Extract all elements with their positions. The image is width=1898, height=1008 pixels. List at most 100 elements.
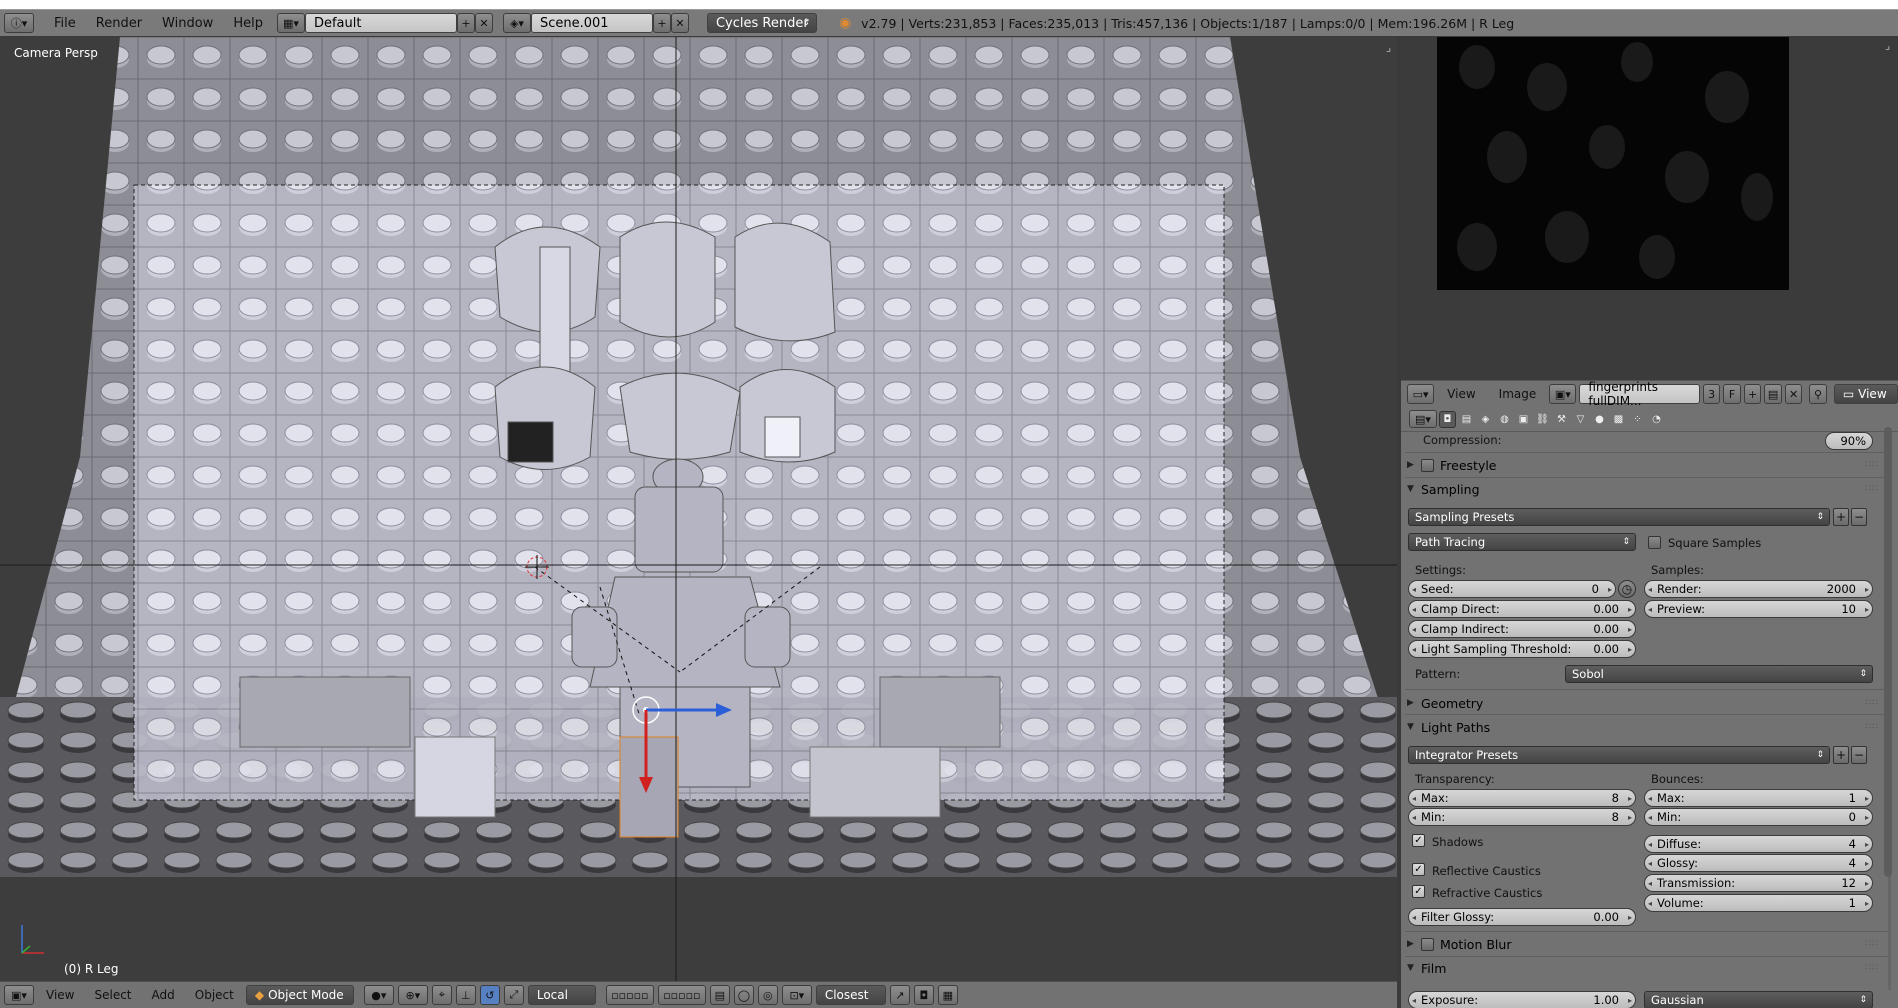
properties-scrollbar[interactable] xyxy=(1884,427,1892,877)
freestyle-checkbox[interactable] xyxy=(1421,458,1434,472)
snap-align-button[interactable]: ↗ xyxy=(889,985,910,1005)
menu-image[interactable]: Image xyxy=(1489,387,1547,401)
arrow-right-icon[interactable]: ▸ xyxy=(1628,794,1632,803)
drag-grip-icon[interactable]: ∷∷ xyxy=(1866,460,1879,470)
reflective-caustics-checkbox[interactable]: ✓ xyxy=(1412,863,1425,876)
editor-type-properties-button[interactable]: ▤▾ xyxy=(1409,410,1437,428)
panel-motion-blur-header[interactable]: ▶ Motion Blur ∷∷ xyxy=(1407,933,1885,955)
scene-field[interactable]: Scene.001 xyxy=(530,13,653,33)
snap-element-button[interactable]: ⊡▾ xyxy=(781,985,812,1005)
tab-material[interactable]: ● xyxy=(1591,411,1608,428)
proportional-edit-button[interactable]: ◯ xyxy=(733,985,754,1005)
render-animation-button[interactable]: ▦ xyxy=(937,985,958,1005)
delete-scene-button[interactable]: ✕ xyxy=(670,13,689,33)
drag-grip-icon[interactable]: ∷∷ xyxy=(1866,939,1879,949)
arrow-left-icon[interactable]: ◂ xyxy=(1648,605,1652,614)
tab-constraints[interactable]: ⛓ xyxy=(1534,411,1551,428)
render-engine-dropdown[interactable]: Cycles Render ⇕ xyxy=(706,13,817,33)
image-mode-dropdown[interactable]: ▭ View xyxy=(1833,384,1898,404)
drag-grip-icon[interactable]: ∷∷ xyxy=(1866,722,1879,732)
editor-type-info-button[interactable]: ⓘ▾ xyxy=(4,13,34,33)
arrow-left-icon[interactable]: ◂ xyxy=(1412,605,1416,614)
tab-world[interactable]: ◍ xyxy=(1496,411,1513,428)
diffuse-bounces-field[interactable]: ◂ Diffuse: 4 ▸ xyxy=(1644,835,1873,853)
add-scene-button[interactable]: + xyxy=(652,13,671,33)
arrow-left-icon[interactable]: ◂ xyxy=(1412,645,1416,654)
snap-target-dropdown[interactable]: Closest xyxy=(815,985,886,1005)
arrow-left-icon[interactable]: ◂ xyxy=(1648,840,1652,849)
panel-film-header[interactable]: ▼ Film ∷∷ xyxy=(1407,957,1885,979)
shadows-checkbox[interactable]: ✓ xyxy=(1412,834,1425,847)
render-opengl-button[interactable]: ◘ xyxy=(913,985,934,1005)
area-split-corner-icon[interactable]: ⌟ xyxy=(1386,41,1391,54)
menu-select[interactable]: Select xyxy=(86,988,139,1002)
filter-glossy-field[interactable]: ◂ Filter Glossy: 0.00 ▸ xyxy=(1408,908,1636,926)
arrow-right-icon[interactable]: ▸ xyxy=(1628,605,1632,614)
tab-modifiers[interactable]: ⚒ xyxy=(1553,411,1570,428)
light-sampling-threshold-field[interactable]: ◂ Light Sampling Threshold: 0.00 ▸ xyxy=(1408,640,1636,658)
arrow-left-icon[interactable]: ◂ xyxy=(1412,794,1416,803)
drag-grip-icon[interactable]: ∷∷ xyxy=(1866,484,1879,494)
image-name-field[interactable]: fingerprints fullDIM... xyxy=(1579,380,1700,408)
viewport-shading-button[interactable]: ●▾ xyxy=(363,985,394,1005)
menu-object[interactable]: Object xyxy=(187,988,242,1002)
editor-type-3dview-button[interactable]: ▣▾ xyxy=(4,985,34,1005)
transparency-max-field[interactable]: ◂ Max: 8 ▸ xyxy=(1408,789,1636,807)
arrow-left-icon[interactable]: ◂ xyxy=(1648,585,1652,594)
arrow-right-icon[interactable]: ▸ xyxy=(1865,813,1869,822)
image-users-count[interactable]: 3 xyxy=(1702,384,1721,404)
arrow-left-icon[interactable]: ◂ xyxy=(1648,899,1652,908)
compression-field[interactable]: 90% xyxy=(1825,432,1873,450)
arrow-left-icon[interactable]: ◂ xyxy=(1412,996,1416,1005)
arrow-left-icon[interactable]: ◂ xyxy=(1412,913,1416,922)
arrow-left-icon[interactable]: ◂ xyxy=(1648,794,1652,803)
area-split-corner-icon[interactable]: ⌟ xyxy=(1885,39,1890,52)
tab-texture[interactable]: ▩ xyxy=(1610,411,1627,428)
arrow-left-icon[interactable]: ◂ xyxy=(1648,813,1652,822)
bounces-max-field[interactable]: ◂ Max: 1 ▸ xyxy=(1644,789,1873,807)
falloff-button[interactable]: ◎ xyxy=(757,985,778,1005)
motion-blur-checkbox[interactable] xyxy=(1421,937,1434,951)
arrow-left-icon[interactable]: ◂ xyxy=(1412,585,1416,594)
arrow-right-icon[interactable]: ▸ xyxy=(1865,840,1869,849)
arrow-right-icon[interactable]: ▸ xyxy=(1865,794,1869,803)
menu-view[interactable]: View xyxy=(1437,387,1485,401)
rotate-button[interactable]: ↺ xyxy=(479,985,500,1005)
transparency-min-field[interactable]: ◂ Min: 8 ▸ xyxy=(1408,808,1636,826)
menu-file[interactable]: File xyxy=(44,16,86,31)
add-layout-button[interactable]: + xyxy=(456,13,475,33)
transmission-bounces-field[interactable]: ◂ Transmission: 12 ▸ xyxy=(1644,874,1873,892)
animated-seed-button[interactable]: ◷ xyxy=(1618,580,1636,598)
tab-object[interactable]: ▣ xyxy=(1515,411,1532,428)
arrow-left-icon[interactable]: ◂ xyxy=(1648,859,1652,868)
arrow-right-icon[interactable]: ▸ xyxy=(1628,625,1632,634)
remove-preset-button[interactable]: − xyxy=(1851,746,1867,764)
volume-bounces-field[interactable]: ◂ Volume: 1 ▸ xyxy=(1644,894,1873,912)
drag-grip-icon[interactable]: ∷∷ xyxy=(1866,698,1879,708)
render-samples-field[interactable]: ◂ Render: 2000 ▸ xyxy=(1644,580,1873,598)
tab-render-layers[interactable]: ▤ xyxy=(1458,411,1475,428)
seed-field[interactable]: ◂ Seed: 0 ▸ xyxy=(1408,580,1616,598)
bounces-min-field[interactable]: ◂ Min: 0 ▸ xyxy=(1644,808,1873,826)
panel-freestyle-header[interactable]: ▶ Freestyle ∷∷ xyxy=(1407,454,1885,476)
pattern-dropdown[interactable]: Sobol ⇕ xyxy=(1565,665,1873,683)
layers-group-1[interactable]: ▫▫▫▫▫ xyxy=(605,985,654,1005)
screen-layout-field[interactable]: Default xyxy=(304,13,457,33)
clamp-indirect-field[interactable]: ◂ Clamp Indirect: 0.00 ▸ xyxy=(1408,620,1636,638)
panel-sampling-header[interactable]: ▼ Sampling ∷∷ xyxy=(1407,478,1885,500)
pivot-point-button[interactable]: ⊕▾ xyxy=(397,985,428,1005)
arrow-right-icon[interactable]: ▸ xyxy=(1865,585,1869,594)
panel-geometry-header[interactable]: ▶ Geometry ∷∷ xyxy=(1407,692,1885,714)
arrow-right-icon[interactable]: ▸ xyxy=(1628,996,1632,1005)
integrator-dropdown[interactable]: Path Tracing ⇕ xyxy=(1408,533,1636,551)
tab-particles[interactable]: ⁘ xyxy=(1629,411,1646,428)
arrow-right-icon[interactable]: ▸ xyxy=(1628,813,1632,822)
screen-layout-browse-button[interactable]: ▦▾ xyxy=(276,13,305,33)
arrow-right-icon[interactable]: ▸ xyxy=(1628,645,1632,654)
arrow-left-icon[interactable]: ◂ xyxy=(1412,625,1416,634)
drag-grip-icon[interactable]: ∷∷ xyxy=(1866,963,1879,973)
delete-layout-button[interactable]: ✕ xyxy=(474,13,493,33)
transform-orientation-dropdown[interactable]: Local xyxy=(527,985,596,1005)
glossy-bounces-field[interactable]: ◂ Glossy: 4 ▸ xyxy=(1644,854,1873,872)
arrow-right-icon[interactable]: ▸ xyxy=(1865,879,1869,888)
